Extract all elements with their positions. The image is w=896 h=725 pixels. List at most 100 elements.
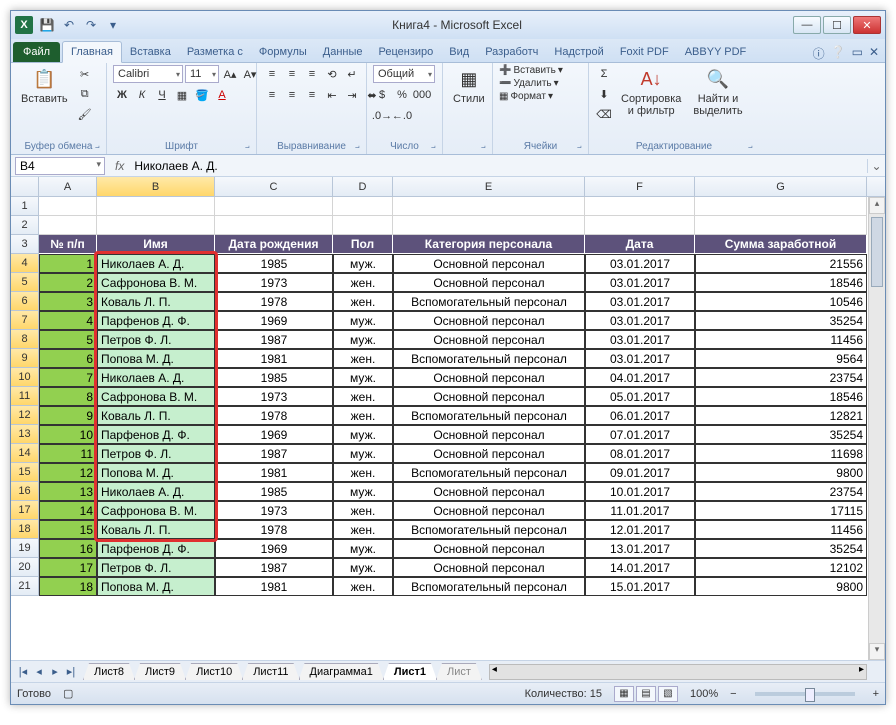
cell[interactable] — [39, 197, 97, 216]
cell-year[interactable]: 1969 — [215, 539, 333, 558]
cell-n[interactable]: 10 — [39, 425, 97, 444]
cell-year[interactable]: 1987 — [215, 558, 333, 577]
cell-cat[interactable]: Вспомогательный персонал — [393, 577, 585, 596]
cell-date[interactable]: 05.01.2017 — [585, 387, 695, 406]
cell-sex[interactable]: муж. — [333, 330, 393, 349]
cell-name[interactable]: Петров Ф. Л. — [97, 330, 215, 349]
align-right-icon[interactable]: ≡ — [303, 86, 321, 104]
cell[interactable] — [393, 197, 585, 216]
scroll-up-icon[interactable]: ▴ — [869, 197, 885, 214]
cell-sex[interactable]: муж. — [333, 311, 393, 330]
cell-cat[interactable]: Вспомогательный персонал — [393, 292, 585, 311]
sheet-tab[interactable]: Лист8 — [83, 663, 135, 680]
horizontal-scrollbar[interactable] — [489, 664, 867, 680]
row-header[interactable]: 19 — [11, 539, 39, 558]
cell-n[interactable]: 3 — [39, 292, 97, 311]
row-header[interactable]: 16 — [11, 482, 39, 501]
zoom-out-icon[interactable]: − — [730, 688, 736, 700]
cell-name[interactable]: Николаев А. Д. — [97, 254, 215, 273]
bold-button[interactable]: Ж — [113, 86, 131, 104]
cells-format-button[interactable]: ▦ Формат ▾ — [499, 91, 553, 102]
cell-name[interactable]: Коваль Л. П. — [97, 292, 215, 311]
cell-date[interactable]: 11.01.2017 — [585, 501, 695, 520]
scroll-down-icon[interactable]: ▾ — [869, 643, 885, 660]
column-header[interactable]: A — [39, 177, 97, 196]
cell-date[interactable]: 10.01.2017 — [585, 482, 695, 501]
cell-name[interactable]: Сафронова В. М. — [97, 273, 215, 292]
cell-sum[interactable]: 11456 — [695, 520, 867, 539]
cell[interactable] — [333, 197, 393, 216]
zoom-in-icon[interactable]: + — [873, 688, 879, 700]
cell-date[interactable]: 09.01.2017 — [585, 463, 695, 482]
row-header[interactable]: 21 — [11, 577, 39, 596]
cell-n[interactable]: 13 — [39, 482, 97, 501]
cell-sex[interactable]: муж. — [333, 368, 393, 387]
cell-sum[interactable]: 35254 — [695, 539, 867, 558]
qat-more-icon[interactable]: ▾ — [105, 17, 121, 33]
cell-name[interactable]: Коваль Л. П. — [97, 406, 215, 425]
row-header[interactable]: 1 — [11, 197, 39, 216]
minimize-ribbon-icon[interactable]: ⓘ — [813, 45, 825, 62]
styles-button[interactable]: ▦ Стили — [449, 65, 489, 107]
cell-n[interactable]: 18 — [39, 577, 97, 596]
cell-name[interactable]: Коваль Л. П. — [97, 520, 215, 539]
cell-cat[interactable]: Основной персонал — [393, 425, 585, 444]
cell-name[interactable]: Сафронова В. М. — [97, 387, 215, 406]
cell-n[interactable]: 4 — [39, 311, 97, 330]
number-format-combo[interactable]: Общий — [373, 65, 435, 83]
cell-date[interactable]: 03.01.2017 — [585, 330, 695, 349]
cell-n[interactable]: 16 — [39, 539, 97, 558]
zoom-slider[interactable] — [755, 692, 855, 696]
cell-name[interactable]: Петров Ф. Л. — [97, 558, 215, 577]
row-header[interactable]: 3 — [11, 235, 39, 254]
column-header[interactable]: D — [333, 177, 393, 196]
file-tab[interactable]: Файл — [13, 42, 60, 62]
cell-sum[interactable]: 23754 — [695, 482, 867, 501]
save-icon[interactable]: 💾 — [39, 17, 55, 33]
row-header[interactable]: 17 — [11, 501, 39, 520]
column-header[interactable]: F — [585, 177, 695, 196]
close-button[interactable]: ✕ — [853, 16, 881, 34]
find-select-button[interactable]: 🔍 Найти и выделить — [689, 65, 746, 119]
cell-year[interactable]: 1981 — [215, 349, 333, 368]
cell-year[interactable]: 1973 — [215, 387, 333, 406]
cell-year[interactable]: 1985 — [215, 482, 333, 501]
cell-cat[interactable]: Основной персонал — [393, 482, 585, 501]
cell-year[interactable]: 1969 — [215, 311, 333, 330]
fx-icon[interactable]: fx — [109, 159, 130, 173]
italic-button[interactable]: К — [133, 86, 151, 104]
table-header-cell[interactable]: Пол — [333, 235, 393, 254]
worksheet-grid[interactable]: ABCDEFG 123№ п/пИмяДата рожденияПолКатег… — [11, 177, 885, 660]
align-left-icon[interactable]: ≡ — [263, 86, 281, 104]
cell[interactable] — [393, 216, 585, 235]
cell-sum[interactable]: 9800 — [695, 463, 867, 482]
cell-sex[interactable]: жен. — [333, 273, 393, 292]
column-header[interactable]: G — [695, 177, 867, 196]
cell-cat[interactable]: Основной персонал — [393, 273, 585, 292]
cell-year[interactable]: 1973 — [215, 273, 333, 292]
column-header[interactable]: B — [97, 177, 215, 196]
cell-sum[interactable]: 11698 — [695, 444, 867, 463]
cell-year[interactable]: 1987 — [215, 444, 333, 463]
table-header-cell[interactable]: Категория персонала — [393, 235, 585, 254]
row-header[interactable]: 7 — [11, 311, 39, 330]
cell-sum[interactable]: 17115 — [695, 501, 867, 520]
view-normal-icon[interactable]: ▦ — [614, 686, 634, 702]
sheet-tab[interactable]: Лист — [436, 663, 482, 680]
help-icon[interactable]: ❔ — [831, 45, 846, 62]
cell-date[interactable]: 12.01.2017 — [585, 520, 695, 539]
vertical-scrollbar[interactable]: ▴ ▾ — [868, 197, 885, 660]
cell-sex[interactable]: муж. — [333, 558, 393, 577]
table-header-cell[interactable]: Дата — [585, 235, 695, 254]
row-header[interactable]: 11 — [11, 387, 39, 406]
align-center-icon[interactable]: ≡ — [283, 86, 301, 104]
cell-name[interactable]: Петров Ф. Л. — [97, 444, 215, 463]
cell[interactable] — [39, 216, 97, 235]
row-header[interactable]: 4 — [11, 254, 39, 273]
row-header[interactable]: 14 — [11, 444, 39, 463]
cell-date[interactable]: 03.01.2017 — [585, 273, 695, 292]
expand-formula-icon[interactable]: ⌄ — [867, 159, 885, 173]
cells-delete-button[interactable]: ➖ Удалить ▾ — [499, 78, 559, 89]
border-button[interactable]: ▦ — [173, 86, 191, 104]
cell-n[interactable]: 2 — [39, 273, 97, 292]
